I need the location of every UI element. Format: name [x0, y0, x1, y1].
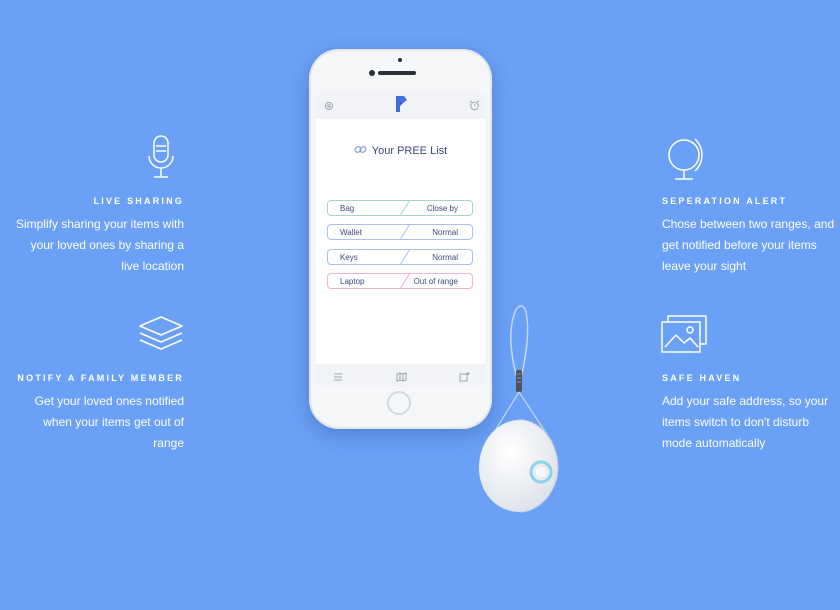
- safe-haven-description: Add your safe address, so your items swi…: [662, 394, 829, 450]
- list-item-keys[interactable]: Keys Normal: [327, 249, 473, 265]
- map-icon[interactable]: [396, 369, 407, 386]
- feature-notify-family: NOTIFY A FAMILY MEMBER Get your loved on…: [0, 373, 184, 454]
- phone-speaker: [378, 71, 416, 75]
- app-screen: Your PREE List Bag Close by Wallet Norma…: [316, 92, 485, 386]
- notify-family-description: Get your loved ones notified when your i…: [34, 394, 184, 450]
- list-item-bag[interactable]: Bag Close by: [327, 200, 473, 216]
- tab-bar: [316, 364, 485, 386]
- image-gallery-icon: [660, 314, 710, 359]
- microphone-icon: [146, 134, 176, 189]
- live-sharing-description: Simplify sharing your items with your lo…: [15, 217, 184, 273]
- alarm-icon[interactable]: [469, 98, 480, 116]
- list-icon[interactable]: [333, 369, 343, 386]
- safe-haven-title: SAFE HAVEN: [662, 373, 742, 383]
- live-sharing-title: LIVE SHARING: [93, 196, 184, 206]
- feature-live-sharing: LIVE SHARING Simplify sharing your items…: [0, 196, 184, 277]
- notify-family-title: NOTIFY A FAMILY MEMBER: [17, 373, 184, 383]
- add-item-icon[interactable]: [459, 369, 470, 386]
- settings-icon[interactable]: [324, 98, 334, 116]
- feature-safe-haven: SAFE HAVEN Add your safe address, so you…: [662, 373, 840, 454]
- phone-sensor: [398, 58, 402, 62]
- app-logo-icon: [394, 95, 408, 118]
- globe-icon: [664, 134, 706, 189]
- tracker-device: [470, 300, 570, 530]
- phone-camera: [369, 70, 375, 76]
- list-item-laptop[interactable]: Laptop Out of range: [327, 273, 473, 289]
- separation-alert-description: Chose between two ranges, and get notifi…: [662, 217, 835, 273]
- home-button: [387, 391, 411, 415]
- app-header: [316, 92, 485, 119]
- link-icon: [354, 144, 367, 158]
- separation-alert-title: SEPERATION ALERT: [662, 196, 788, 206]
- list-item-wallet[interactable]: Wallet Normal: [327, 224, 473, 240]
- feature-separation-alert: SEPERATION ALERT Chose between two range…: [662, 196, 840, 277]
- layers-icon: [137, 314, 185, 361]
- list-title: Your PREE List: [316, 144, 485, 158]
